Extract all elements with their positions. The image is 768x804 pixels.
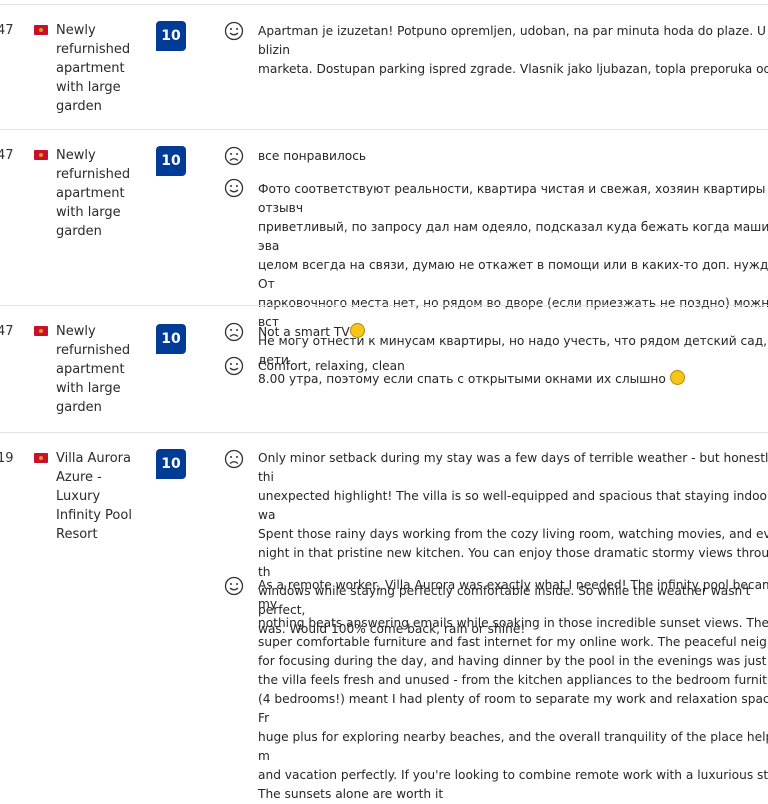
positive-review-text: Comfort, relaxing, clean <box>258 359 405 373</box>
review-row: 47 Newly refurnished apartment with larg… <box>0 129 768 386</box>
sad-face-icon <box>224 146 244 166</box>
smiley-face-icon <box>224 178 244 198</box>
review-row: 19 Villa Aurora Azure - Luxury Infinity … <box>0 432 768 801</box>
property-name[interactable]: Newly refurnished apartment with large g… <box>56 322 136 417</box>
row-number: 47 <box>0 324 14 339</box>
score-badge: 10 <box>156 449 186 479</box>
property-name[interactable]: Newly refurnished apartment with large g… <box>56 146 136 241</box>
montenegro-flag-icon <box>34 326 48 336</box>
montenegro-flag-icon <box>34 150 48 160</box>
smiley-face-icon <box>224 21 244 41</box>
montenegro-flag-icon <box>34 453 48 463</box>
review-row: 47 Newly refurnished apartment with larg… <box>0 305 768 433</box>
score-badge: 10 <box>156 324 186 354</box>
positive-review-text: As a remote worker, Villa Aurora was exa… <box>258 578 768 801</box>
property-name[interactable]: Villa Aurora Azure - Luxury Infinity Poo… <box>56 449 136 544</box>
sad-face-icon <box>224 449 244 469</box>
rolling-laughing-emoji-icon <box>349 323 365 338</box>
negative-review-text: все понравилось <box>258 149 367 163</box>
review-row: 47 Newly refurnished apartment with larg… <box>0 4 768 130</box>
positive-review-text: Apartman je izuzetan! Potpuno opremljen,… <box>258 24 768 76</box>
row-number: 47 <box>0 23 14 38</box>
montenegro-flag-icon <box>34 25 48 35</box>
score-badge: 10 <box>156 21 186 51</box>
row-number: 19 <box>0 451 14 466</box>
smiley-face-icon <box>224 356 244 376</box>
sad-face-icon <box>224 322 244 342</box>
score-badge: 10 <box>156 146 186 176</box>
negative-review-body: Not a smart TV <box>258 325 350 339</box>
negative-review-text: Not a smart TV <box>258 323 768 342</box>
smiley-face-icon <box>224 576 244 596</box>
property-name[interactable]: Newly refurnished apartment with large g… <box>56 21 136 116</box>
row-number: 47 <box>0 148 14 163</box>
